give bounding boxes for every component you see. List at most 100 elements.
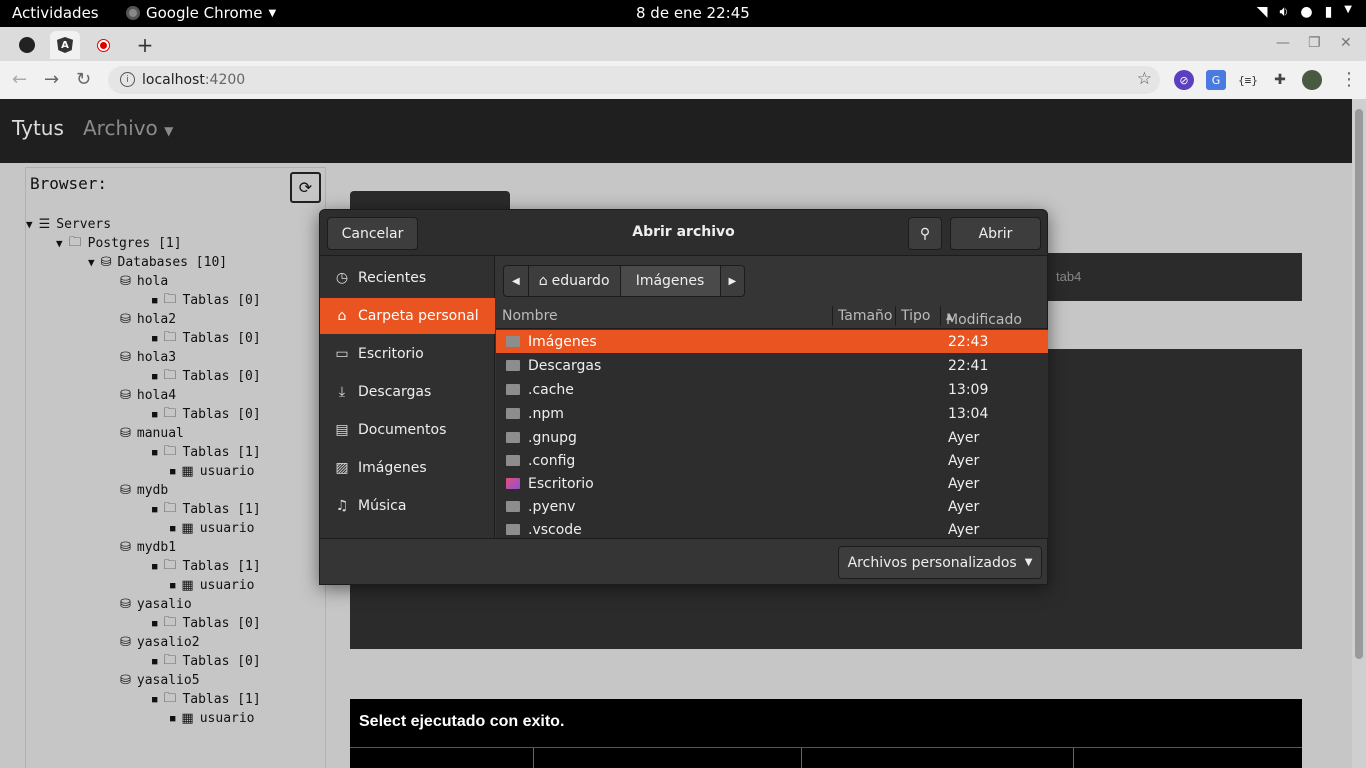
bookmark-star-icon[interactable]: ☆ [1137,69,1152,89]
tree-node-table[interactable]: ■ ▦ usuario [170,462,255,481]
place-documentos[interactable]: ▤ Documentos [320,412,495,448]
extension-icon[interactable]: ⊘ [1174,70,1194,90]
place-imagenes[interactable]: ▨ Imágenes [320,450,495,486]
activities-button[interactable]: Actividades [12,4,99,22]
maximize-button[interactable]: ❐ [1308,35,1321,51]
tree-node-database[interactable]: ⛁ hola2 [120,310,176,329]
folder-icon: 🗀︎ [163,405,177,421]
tree-node-postgres[interactable]: ▼ 🗀︎ Postgres [1] [56,234,182,253]
reload-button[interactable]: ↻ [76,69,91,90]
tree-node-tables[interactable]: ■ 🗀︎ Tablas [0] [152,291,261,310]
tree-node-tables[interactable]: ■ 🗀︎ Tablas [1] [152,557,261,576]
tree-node-tables[interactable]: ■ 🗀︎ Tablas [0] [152,405,261,424]
file-row[interactable]: .vscode Ayer [496,518,1048,538]
crumb-current[interactable]: Imágenes [619,265,721,297]
back-button[interactable]: ← [12,69,27,90]
tree-node-tables[interactable]: ■ 🗀︎ Tablas [0] [152,329,261,348]
file-row[interactable]: Descargas 22:41 [496,354,1048,377]
tree-node-database[interactable]: ⛁ hola [120,272,168,291]
caret-down-icon[interactable]: ▼ [26,218,33,231]
column-nombre[interactable]: Nombre [502,308,558,324]
new-tab-button[interactable]: + [130,31,160,59]
dialog-header: Abrir archivo Cancelar ⚲ Abrir [320,210,1047,256]
tree-label: yasalio2 [136,635,200,650]
tree-node-table[interactable]: ■ ▦ usuario [170,709,255,728]
place-recientes[interactable]: ◷ Recientes [320,260,495,296]
place-descargas[interactable]: ⤓ Descargas [320,374,495,410]
tree-node-tables[interactable]: ■ 🗀︎ Tablas [0] [152,367,261,386]
database-icon: ⛁ [120,312,131,327]
more-menu-icon[interactable]: ⋮ [1340,69,1358,90]
tree-node-database[interactable]: ⛁ yasalio [120,595,192,614]
tree-node-servers[interactable]: ▼ ☰ Servers [26,215,111,234]
brand[interactable]: Tytus [12,116,64,140]
tree-node-tables[interactable]: ■ 🗀︎ Tablas [0] [152,652,261,671]
place-escritorio[interactable]: ▭ Escritorio [320,336,495,372]
tab-angular[interactable]: A [50,31,80,59]
archivo-menu[interactable]: Archivo ▼ [83,116,173,140]
tree-node-database[interactable]: ⛁ hola3 [120,348,176,367]
tree-node-database[interactable]: ⛁ hola4 [120,386,176,405]
folder-icon: 🗀︎ [163,329,177,345]
tree-node-database[interactable]: ⛁ mydb [120,481,168,500]
file-list: Imágenes 22:43 Descargas 22:41 .cache 13:09… [496,330,1048,538]
avatar[interactable] [1302,70,1322,90]
file-row[interactable]: .cache 13:09 [496,378,1048,401]
file-filter-select[interactable]: Archivos personalizados ▼ [838,546,1042,579]
file-row[interactable]: .config Ayer [496,449,1048,472]
forward-button[interactable]: → [44,69,59,90]
place-carpeta-personal[interactable]: ⌂ Carpeta personal [320,298,495,334]
tree-label: Tablas [1] [182,692,261,707]
tree-node-tables[interactable]: ■ 🗀︎ Tablas [1] [152,690,261,709]
translate-icon[interactable]: G [1206,70,1226,90]
search-button[interactable]: ⚲ [908,217,942,250]
tree-node-database[interactable]: ⛁ yasalio2 [120,633,200,652]
tree-node-databases[interactable]: ▼ ⛁ Databases [10] [88,253,227,272]
crumb-home[interactable]: ⌂ eduardo [527,265,621,297]
filter-label: Archivos personalizados [847,554,1017,571]
system-tray[interactable]: ◥ 🔉︎ ● ▮ ▼ [1257,4,1352,20]
cancel-button[interactable]: Cancelar [327,217,418,250]
table-icon: ▦ [181,521,194,536]
tree-node-tables[interactable]: ■ 🗀︎ Tablas [1] [152,443,261,462]
refresh-button[interactable]: ⟳ [290,172,321,203]
file-modified: Ayer [948,452,980,469]
open-button[interactable]: Abrir [950,217,1041,250]
clock[interactable]: 8 de ene 22:45 [636,4,750,22]
column-tamano[interactable]: Tamaño [838,308,892,324]
file-row[interactable]: Imágenes 22:43 [496,330,1048,353]
file-row[interactable]: .gnupg Ayer [496,426,1048,449]
tree-node-database[interactable]: ⛁ mydb1 [120,538,176,557]
tab-github[interactable] [12,31,42,59]
page-scrollbar[interactable] [1352,99,1366,768]
file-row[interactable]: .npm 13:04 [496,402,1048,425]
column-tipo[interactable]: Tipo [901,308,930,324]
address-bar[interactable]: i localhost:4200 ☆ [108,66,1160,94]
path-forward-button[interactable]: ▶ [719,265,746,297]
tree-label: Servers [56,217,112,232]
close-window-button[interactable]: ✕ [1340,35,1352,51]
place-musica[interactable]: ♫ Música [320,488,495,524]
tree-node-table[interactable]: ■ ▦ usuario [170,576,255,595]
minimize-button[interactable]: — [1276,35,1290,51]
tree-node-database[interactable]: ⛁ yasalio5 [120,671,200,690]
info-icon[interactable]: i [120,72,135,87]
path-back-button[interactable]: ◀ [503,265,529,297]
tree-node-database[interactable]: ⛁ manual [120,424,184,443]
app-menu[interactable]: Google Chrome ▼ [126,4,276,22]
folder-icon [506,408,520,419]
tree-node-tables[interactable]: ■ 🗀︎ Tablas [1] [152,500,261,519]
file-row[interactable]: Escritorio Ayer [496,472,1048,495]
tree-node-tables[interactable]: ■ 🗀︎ Tablas [0] [152,614,261,633]
caret-down-icon[interactable]: ▼ [56,237,63,250]
tab-recording[interactable] [88,31,118,59]
plus-icon: + [136,33,154,57]
caret-down-icon[interactable]: ▼ [88,256,95,269]
json-viewer-icon[interactable]: {≡} [1238,70,1258,90]
puzzle-icon[interactable]: ✚ [1270,70,1290,90]
file-row[interactable]: .pyenv Ayer [496,495,1048,518]
result-message: Select ejecutado con exito. [359,713,565,730]
tree-node-table[interactable]: ■ ▦ usuario [170,519,255,538]
scrollbar-thumb[interactable] [1355,109,1363,659]
tab-tab4[interactable]: tab4 [1056,269,1081,284]
